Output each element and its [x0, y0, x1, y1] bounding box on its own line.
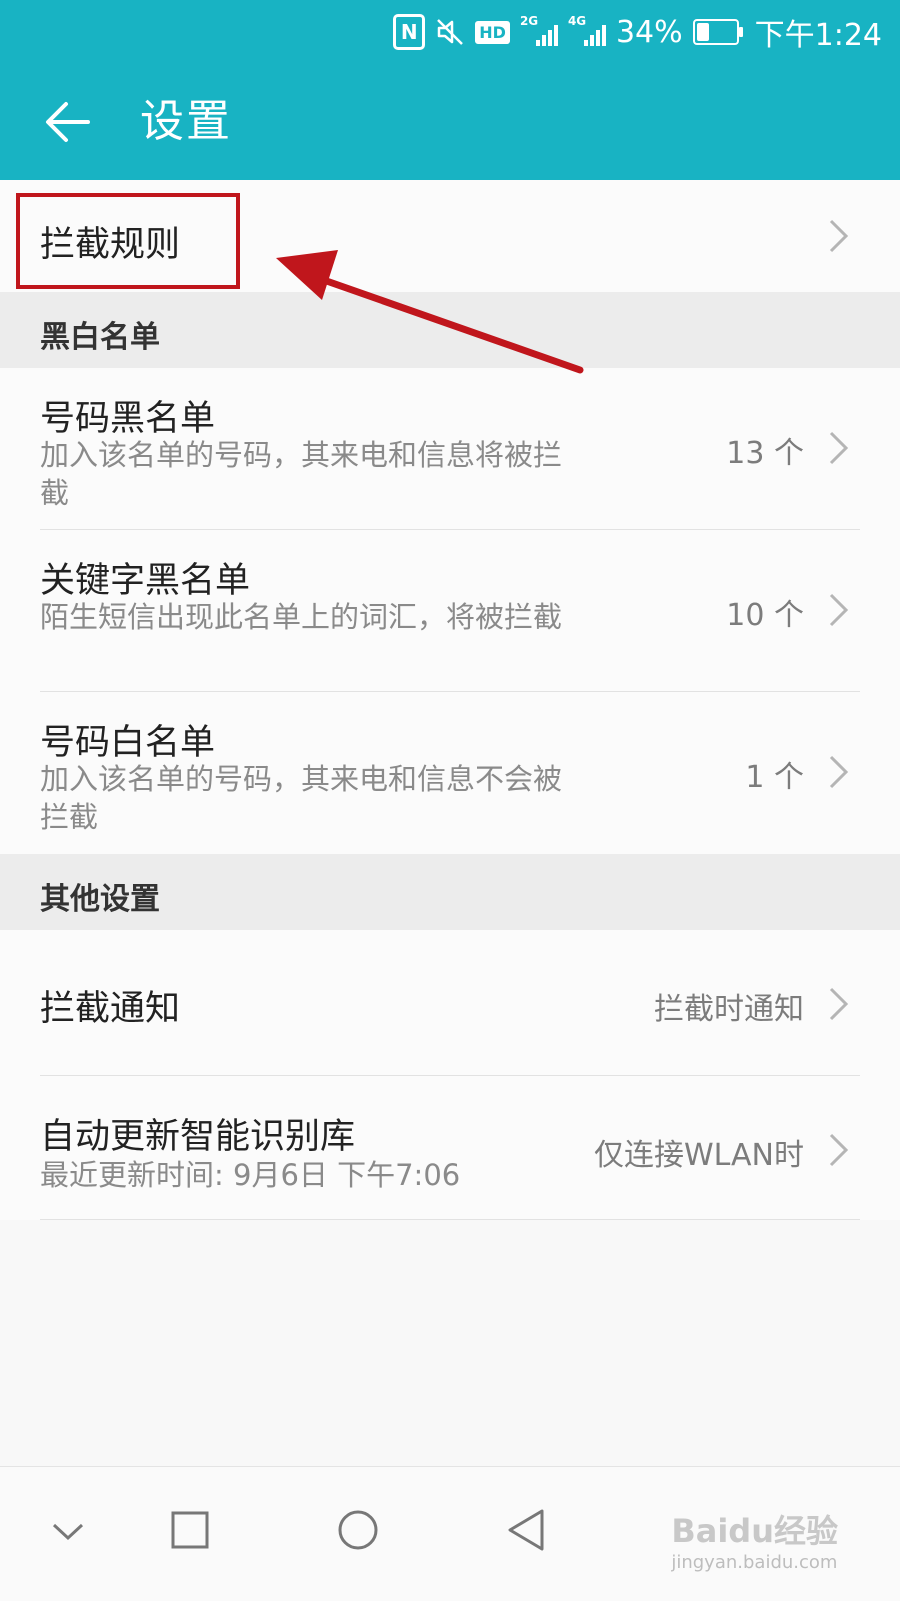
chevron-right-icon [829, 987, 849, 1021]
row-value: 13 个 [726, 436, 804, 471]
mute-icon [435, 17, 465, 47]
row-title: 号码黑名单 [40, 399, 216, 439]
back-button[interactable] [40, 92, 100, 152]
battery-icon [692, 19, 743, 45]
signal-icon-sim1: 2G [520, 14, 558, 48]
nav-collapse-button[interactable] [28, 1491, 108, 1571]
nav-recents-button[interactable] [150, 1491, 230, 1571]
nav-recents-icon [171, 1511, 209, 1549]
settings-list: 拦截规则 黑白名单 号码黑名单 加入该名单的号码，其来电和信息将被拦截 13 个… [0, 180, 900, 1220]
page-title: 设置 [140, 96, 232, 147]
title-bar: 设置 [0, 62, 900, 180]
nfc-icon: N [393, 14, 426, 50]
chevron-right-icon [829, 755, 849, 789]
section-title: 其他设置 [40, 882, 160, 917]
hd-voice-icon: HD [475, 20, 510, 44]
row-title: 拦截规则 [40, 225, 181, 265]
row-divider [40, 1219, 860, 1220]
row-value: 仅连接WLAN时 [593, 1138, 804, 1173]
signal-icon-sim2: 4G [568, 14, 606, 48]
row-title: 自动更新智能识别库 [40, 1117, 356, 1157]
row-subtitle: 陌生短信出现此名单上的词汇，将被拦截 [40, 600, 563, 634]
row-subtitle: 加入该名单的号码，其来电和信息不会被拦截 [40, 762, 563, 834]
row-value: 拦截时通知 [654, 992, 804, 1027]
nav-back-icon [508, 1509, 544, 1551]
clock: 下午1:24 [754, 18, 882, 53]
app-bar: N HD 2G 4G 34% 下午1:24 设置 [0, 0, 900, 180]
row-title: 拦截通知 [40, 989, 181, 1029]
section-header-other: 其他设置 [0, 854, 900, 930]
row-value: 10 个 [726, 598, 804, 633]
row-number-blacklist[interactable]: 号码黑名单 加入该名单的号码，其来电和信息将被拦截 13 个 [0, 368, 900, 530]
row-subtitle: 加入该名单的号码，其来电和信息将被拦截 [40, 438, 563, 510]
nav-home-button[interactable] [318, 1491, 398, 1571]
nav-collapse-icon [52, 1523, 84, 1541]
section-header-blackwhite: 黑白名单 [0, 292, 900, 368]
watermark-url: jingyan.baidu.com [671, 1552, 838, 1573]
row-title: 号码白名单 [40, 723, 216, 763]
row-intercept-notify[interactable]: 拦截通知 拦截时通知 [0, 930, 900, 1076]
nav-back-button[interactable] [486, 1491, 566, 1571]
nav-home-icon [338, 1510, 378, 1550]
chevron-right-icon [829, 1133, 849, 1167]
row-value: 1 个 [745, 760, 804, 795]
row-keyword-blacklist[interactable]: 关键字黑名单 陌生短信出现此名单上的词汇，将被拦截 10 个 [0, 530, 900, 692]
row-subtitle: 最近更新时间: 9月6日 下午7:06 [40, 1158, 461, 1192]
chevron-right-icon [829, 593, 849, 627]
row-title: 关键字黑名单 [40, 561, 251, 601]
watermark-brand: Baidu经验 [671, 1512, 838, 1550]
watermark: Baidu经验 jingyan.baidu.com [671, 1506, 838, 1573]
battery-percent: 34% [615, 14, 683, 50]
section-title: 黑白名单 [40, 320, 160, 355]
chevron-right-icon [829, 219, 849, 253]
back-arrow-icon [46, 102, 90, 142]
row-intercept-rules[interactable]: 拦截规则 [0, 180, 900, 292]
status-bar: N HD 2G 4G 34% 下午1:24 [0, 0, 900, 62]
row-number-whitelist[interactable]: 号码白名单 加入该名单的号码，其来电和信息不会被拦截 1 个 [0, 692, 900, 854]
row-auto-update[interactable]: 自动更新智能识别库 最近更新时间: 9月6日 下午7:06 仅连接WLAN时 [0, 1076, 900, 1220]
chevron-right-icon [829, 431, 849, 465]
